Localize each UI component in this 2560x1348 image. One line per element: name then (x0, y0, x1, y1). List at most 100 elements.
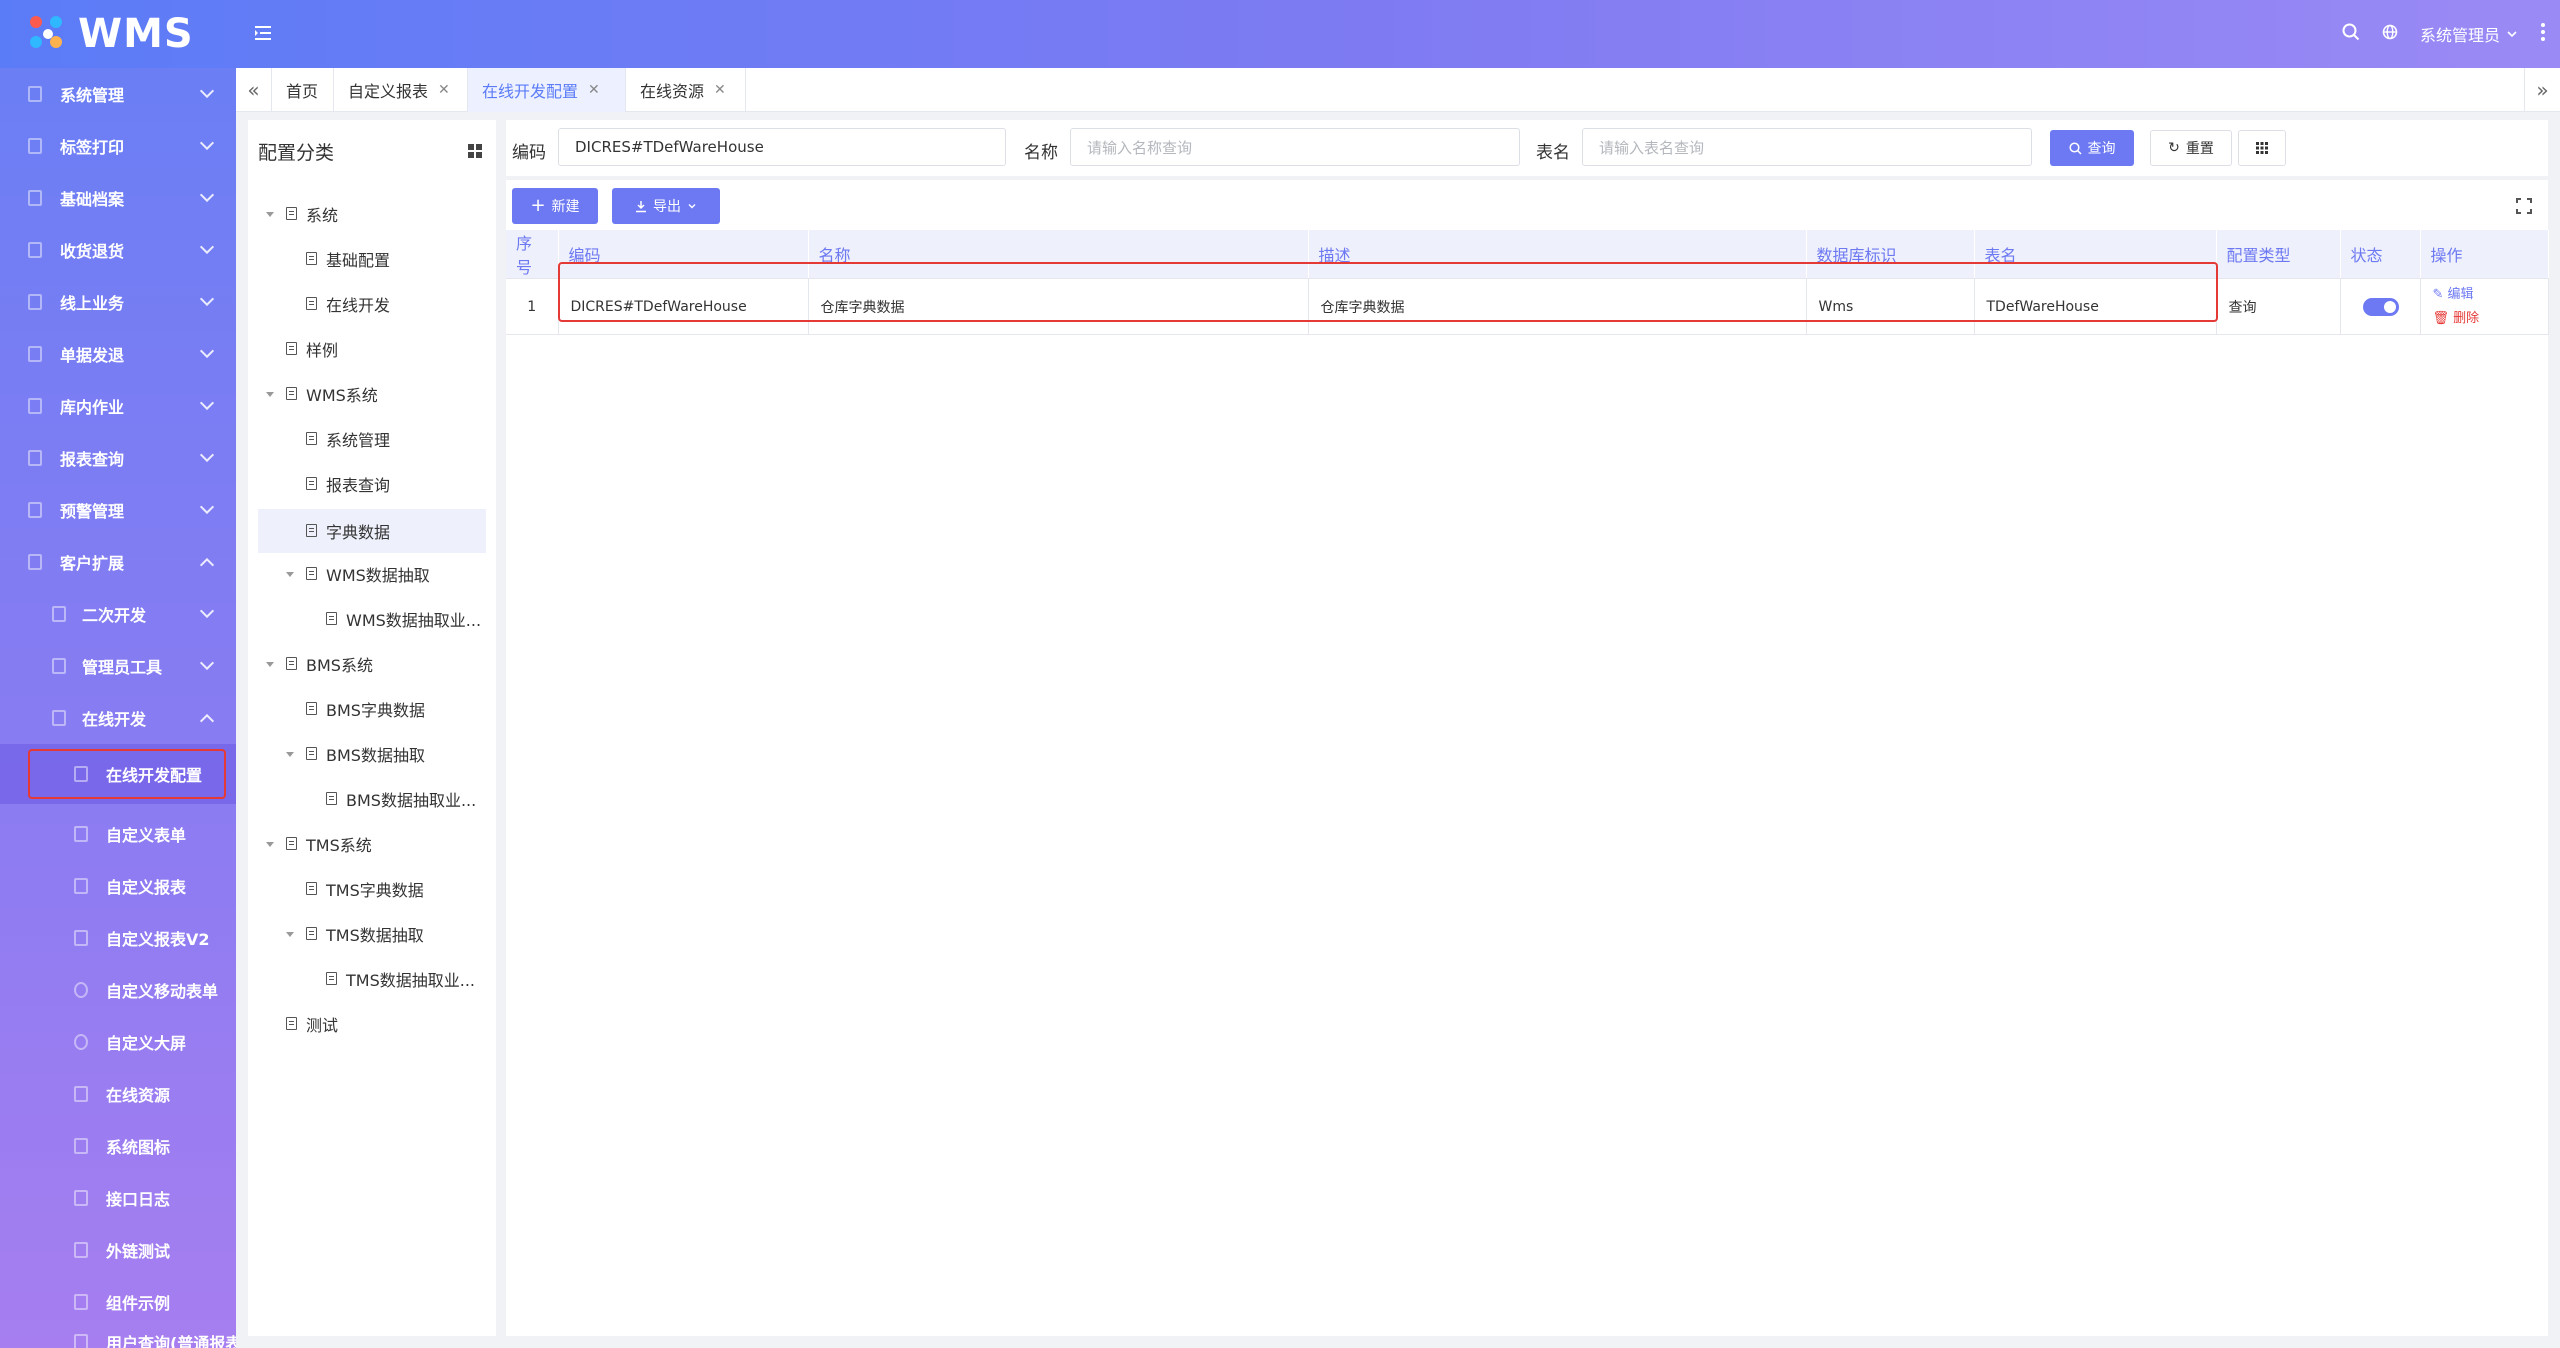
logo-text: WMS (78, 11, 194, 57)
reset-button[interactable]: ↻ 重置 (2150, 130, 2232, 166)
column-header[interactable]: 数据库标识 (1806, 230, 1975, 279)
close-icon[interactable]: ✕ (588, 82, 600, 98)
sidebar-item-custom-form[interactable]: 自定义表单 (0, 808, 236, 860)
tree-node[interactable]: TMS数据抽取 (258, 914, 486, 954)
sidebar-item-label: 二次开发 (82, 606, 147, 625)
tree-node[interactable]: 系统 (258, 194, 486, 234)
menu-collapse-icon[interactable] (252, 22, 274, 44)
sidebar-item-system-icons[interactable]: 系统图标 (0, 1120, 236, 1172)
tree-node-selected[interactable]: 字典数据 (258, 509, 486, 553)
sidebar-item-user-query[interactable]: 用户查询(普通报表 (0, 1316, 236, 1348)
query-button[interactable]: 查询 (2050, 130, 2134, 166)
sidebar-item-alerts[interactable]: 预警管理 (0, 484, 236, 536)
language-icon[interactable] (2382, 24, 2398, 44)
table-name-input[interactable]: 请输入表名查询 (1582, 128, 2032, 166)
tree-node[interactable]: BMS数据抽取业... (258, 779, 486, 819)
sidebar-item-online-business[interactable]: 线上业务 (0, 276, 236, 328)
tree-node[interactable]: TMS字典数据 (258, 869, 486, 909)
sidebar-item-shipping[interactable]: 单据发退 (0, 328, 236, 380)
sidebar-item-admin-tools[interactable]: 管理员工具 (0, 640, 236, 692)
tabs-scroll-left-icon[interactable]: « (236, 68, 272, 112)
tree-node[interactable]: BMS数据抽取 (258, 734, 486, 774)
tree-node[interactable]: 基础配置 (258, 239, 486, 279)
new-button[interactable]: + 新建 (512, 188, 598, 224)
tree-node[interactable]: 系统管理 (258, 419, 486, 459)
sidebar-item-online-dev[interactable]: 在线开发 (0, 692, 236, 744)
edit-link[interactable]: ✎ 编辑 (2433, 283, 2536, 307)
close-icon[interactable]: ✕ (438, 82, 450, 98)
tab-online-resources[interactable]: 在线资源 ✕ (626, 68, 746, 112)
tree-node[interactable]: WMS数据抽取业... (258, 599, 486, 639)
caret-down-icon[interactable] (286, 572, 294, 577)
column-header[interactable]: 配置类型 (2216, 230, 2341, 279)
column-header[interactable]: 操作 (2420, 230, 2549, 279)
export-button-label: 导出 (653, 199, 681, 215)
export-button[interactable]: 导出 (612, 188, 720, 224)
tree-node[interactable]: WMS数据抽取 (258, 554, 486, 594)
columns-toggle-button[interactable] (2238, 130, 2286, 166)
caret-down-icon[interactable] (286, 932, 294, 937)
sidebar-item-external-link-test[interactable]: 外链测试 (0, 1224, 236, 1276)
tabs-scroll-right-icon[interactable]: » (2524, 68, 2560, 112)
tree-node[interactable]: 报表查询 (258, 464, 486, 504)
sidebar-item-secondary-dev[interactable]: 二次开发 (0, 588, 236, 640)
sidebar-item-master-data[interactable]: 基础档案 (0, 172, 236, 224)
tree-node[interactable]: 测试 (258, 1004, 486, 1044)
grid-icon[interactable] (468, 144, 482, 158)
tree-node[interactable]: BMS系统 (258, 644, 486, 684)
caret-down-icon[interactable] (266, 212, 274, 217)
document-icon (286, 207, 297, 220)
menu-icon (74, 878, 88, 894)
menu-icon (52, 658, 66, 674)
sidebar-item-warehouse-ops[interactable]: 库内作业 (0, 380, 236, 432)
status-toggle[interactable] (2362, 297, 2399, 316)
sidebar-item-online-dev-config[interactable]: 在线开发配置 (0, 744, 236, 804)
tab-home[interactable]: 首页 (272, 68, 334, 112)
column-header[interactable]: 序号 (506, 230, 559, 279)
column-header[interactable]: 表名 (1974, 230, 2217, 279)
name-input[interactable]: 请输入名称查询 (1070, 128, 1520, 166)
fullscreen-icon[interactable] (2516, 198, 2532, 214)
sidebar-item-custom-dashboard[interactable]: 自定义大屏 (0, 1016, 236, 1068)
column-header[interactable]: 编码 (558, 230, 809, 279)
table-row[interactable]: 1 DICRES#TDefWareHouse 仓库字典数据 仓库字典数据 Wms… (506, 278, 2549, 335)
sidebar-item-custom-mobile-form[interactable]: 自定义移动表单 (0, 964, 236, 1016)
tree-node[interactable]: 在线开发 (258, 284, 486, 324)
code-input[interactable]: DICRES#TDefWareHouse (558, 128, 1006, 166)
sidebar-item-customer-ext[interactable]: 客户扩展 (0, 536, 236, 588)
delete-link[interactable]: 🗑 删除 (2433, 307, 2536, 331)
column-header[interactable]: 描述 (1308, 230, 1807, 279)
tree-node[interactable]: TMS数据抽取业... (258, 959, 486, 999)
sidebar-item-system-management[interactable]: 系统管理 (0, 68, 236, 120)
app-logo[interactable]: WMS (30, 11, 194, 57)
caret-down-icon[interactable] (286, 752, 294, 757)
tree-node-label: TMS数据抽取业... (346, 971, 475, 990)
sidebar-item-label-print[interactable]: 标签打印 (0, 120, 236, 172)
chevron-down-icon (199, 603, 215, 619)
caret-down-icon[interactable] (266, 662, 274, 667)
sidebar-item-custom-report[interactable]: 自定义报表 (0, 860, 236, 912)
user-menu[interactable]: 系统管理员 (2420, 22, 2518, 46)
close-icon[interactable]: ✕ (714, 82, 726, 98)
sidebar-item-api-log[interactable]: 接口日志 (0, 1172, 236, 1224)
sidebar-item-custom-report-v2[interactable]: 自定义报表V2 (0, 912, 236, 964)
caret-down-icon[interactable] (266, 842, 274, 847)
tree-node[interactable]: BMS字典数据 (258, 689, 486, 729)
tab-custom-report[interactable]: 自定义报表 ✕ (334, 68, 468, 112)
cell-table-name: TDefWareHouse (1974, 278, 2217, 335)
column-header[interactable]: 状态 (2340, 230, 2421, 279)
tree-node[interactable]: WMS系统 (258, 374, 486, 414)
sidebar-item-label: 组件示例 (106, 1294, 171, 1313)
tab-online-dev-config[interactable]: 在线开发配置 ✕ (468, 68, 626, 112)
code-label: 编码 (512, 143, 546, 163)
column-header[interactable]: 名称 (808, 230, 1309, 279)
sidebar-item-reports[interactable]: 报表查询 (0, 432, 236, 484)
sidebar-item-online-resources[interactable]: 在线资源 (0, 1068, 236, 1120)
tree-node[interactable]: 样例 (258, 329, 486, 369)
caret-down-icon[interactable] (266, 392, 274, 397)
cell-config-type: 查询 (2216, 278, 2341, 335)
more-vertical-icon[interactable] (2540, 22, 2546, 46)
sidebar-item-receiving[interactable]: 收货退货 (0, 224, 236, 276)
tree-node[interactable]: TMS系统 (258, 824, 486, 864)
search-icon[interactable] (2342, 23, 2360, 45)
